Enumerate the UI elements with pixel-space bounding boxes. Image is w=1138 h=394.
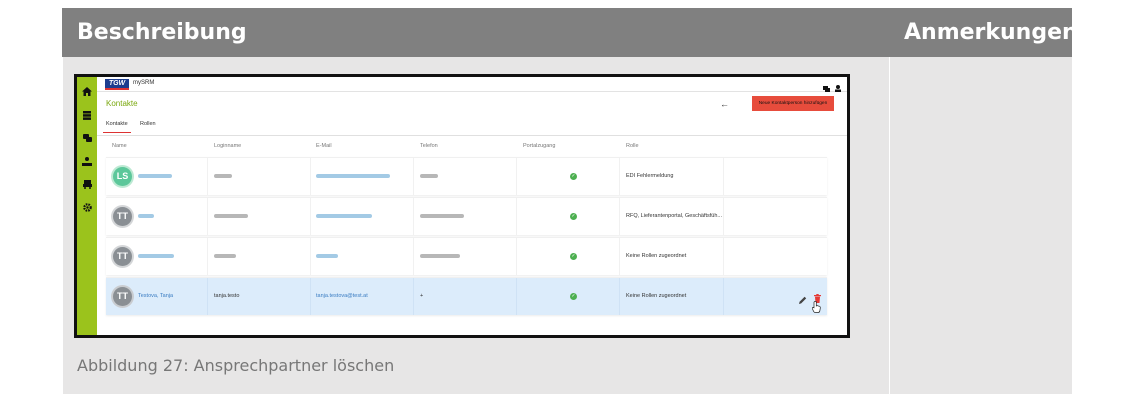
role-cell: Keine Rollen zugeordnet <box>626 293 687 299</box>
cell-divider <box>516 198 517 235</box>
name-cell-blurred <box>138 198 154 235</box>
hand-cursor-icon <box>811 300 821 318</box>
cell-divider <box>619 238 620 275</box>
cell-divider <box>413 158 414 195</box>
avatar: TT <box>113 207 132 226</box>
name-cell-blurred <box>138 158 172 195</box>
chat-icon[interactable] <box>77 130 97 146</box>
tab-kontakte[interactable]: Kontakte <box>103 121 131 133</box>
avatar: TT <box>113 247 132 266</box>
cell-divider <box>413 278 414 315</box>
role-cell: Keine Rollen zugeordnet <box>626 253 687 259</box>
table-body: TGW mySRM Kontakte ← Neue Kontaktperson … <box>62 57 1072 394</box>
email-cell-blurred <box>316 198 372 235</box>
column-header-phone: Telefon <box>420 143 438 149</box>
person-hand-icon[interactable] <box>77 153 97 169</box>
cell-divider <box>619 198 620 235</box>
table-row[interactable]: TT ✓ RFQ, Lieferantenportal, Geschäftsfü… <box>106 197 827 235</box>
table-row-selected[interactable]: TT Testova, Tanja tanja.testo tanja.test… <box>106 277 827 315</box>
cell-divider <box>207 158 208 195</box>
cell-divider <box>310 278 311 315</box>
check-icon: ✓ <box>570 293 577 300</box>
page-title: Kontakte <box>106 99 138 108</box>
column-divider <box>889 57 890 394</box>
phone-cell-blurred <box>420 238 460 275</box>
column-header-login: Loginname <box>214 143 242 149</box>
user-icon[interactable] <box>835 79 841 97</box>
login-cell-blurred <box>214 238 236 275</box>
cell-divider <box>310 238 311 275</box>
edit-pencil-icon[interactable] <box>799 291 807 309</box>
name-cell[interactable]: Testova, Tanja <box>138 278 173 315</box>
check-icon: ✓ <box>570 253 577 260</box>
document-table: Beschreibung Anmerkungen TGW mySRM Konta… <box>62 8 1078 394</box>
database-icon[interactable] <box>77 107 97 123</box>
column-header-role: Rolle <box>626 143 639 149</box>
column-anmerkungen: Anmerkungen <box>904 20 1078 45</box>
column-beschreibung: Beschreibung <box>77 20 247 45</box>
cell-divider <box>310 198 311 235</box>
column-header-portal: Portalzugang <box>523 143 556 149</box>
add-contact-button[interactable]: Neue Kontaktperson hinzufügen <box>752 96 834 111</box>
cell-divider <box>207 198 208 235</box>
gear-icon[interactable] <box>77 199 97 215</box>
email-cell-blurred <box>316 158 390 195</box>
company-logo: TGW <box>105 79 129 90</box>
avatar: LS <box>113 167 132 186</box>
embedded-screenshot: TGW mySRM Kontakte ← Neue Kontaktperson … <box>74 74 850 338</box>
cell-divider <box>619 158 620 195</box>
check-icon: ✓ <box>570 213 577 220</box>
email-cell[interactable]: tanja.testova@test.at <box>316 278 368 315</box>
cell-divider <box>413 198 414 235</box>
cell-divider <box>207 278 208 315</box>
car-icon[interactable] <box>77 176 97 192</box>
cell-divider <box>516 278 517 315</box>
role-cell: EDI Fehlermeldung <box>626 173 674 179</box>
cell-divider <box>723 198 724 235</box>
phone-cell: + <box>420 293 424 299</box>
login-cell-blurred <box>214 158 232 195</box>
back-arrow-icon[interactable]: ← <box>720 99 729 109</box>
email-cell-blurred <box>316 238 338 275</box>
app-name: mySRM <box>133 80 155 86</box>
login-cell: tanja.testo <box>214 293 240 299</box>
cell-divider <box>723 278 724 315</box>
chat-icon[interactable] <box>823 79 830 97</box>
cell-divider <box>310 158 311 195</box>
figure-caption: Abbildung 27: Ansprechpartner löschen <box>77 356 395 375</box>
tab-bar: Kontakte Rollen <box>97 117 847 136</box>
avatar: TT <box>113 287 132 306</box>
top-right-icons <box>823 79 841 97</box>
home-icon[interactable] <box>77 83 97 99</box>
login-cell-blurred <box>214 198 248 235</box>
name-cell-blurred <box>138 238 174 275</box>
tab-rollen[interactable]: Rollen <box>140 121 156 127</box>
cell-divider <box>723 158 724 195</box>
cell-divider <box>413 238 414 275</box>
phone-cell-blurred <box>420 198 464 235</box>
cell-divider <box>207 238 208 275</box>
table-row[interactable]: LS ✓ EDI Fehlermeldung <box>106 157 827 195</box>
column-header-name: Name <box>112 143 127 149</box>
check-icon: ✓ <box>570 173 577 180</box>
phone-cell-blurred <box>420 158 438 195</box>
role-cell: RFQ, Lieferantenportal, Geschäftsfüh... <box>626 213 722 219</box>
cell-divider <box>516 158 517 195</box>
app-bar: TGW mySRM <box>97 77 847 92</box>
table-row[interactable]: TT ✓ Keine Rollen zugeordnet <box>106 237 827 275</box>
cell-divider <box>619 278 620 315</box>
table-header: Beschreibung Anmerkungen <box>62 8 1078 57</box>
side-rail <box>77 77 97 335</box>
cell-border-left <box>62 57 63 394</box>
column-header-email: E-Mail <box>316 143 332 149</box>
cell-divider <box>516 238 517 275</box>
cell-divider <box>723 238 724 275</box>
